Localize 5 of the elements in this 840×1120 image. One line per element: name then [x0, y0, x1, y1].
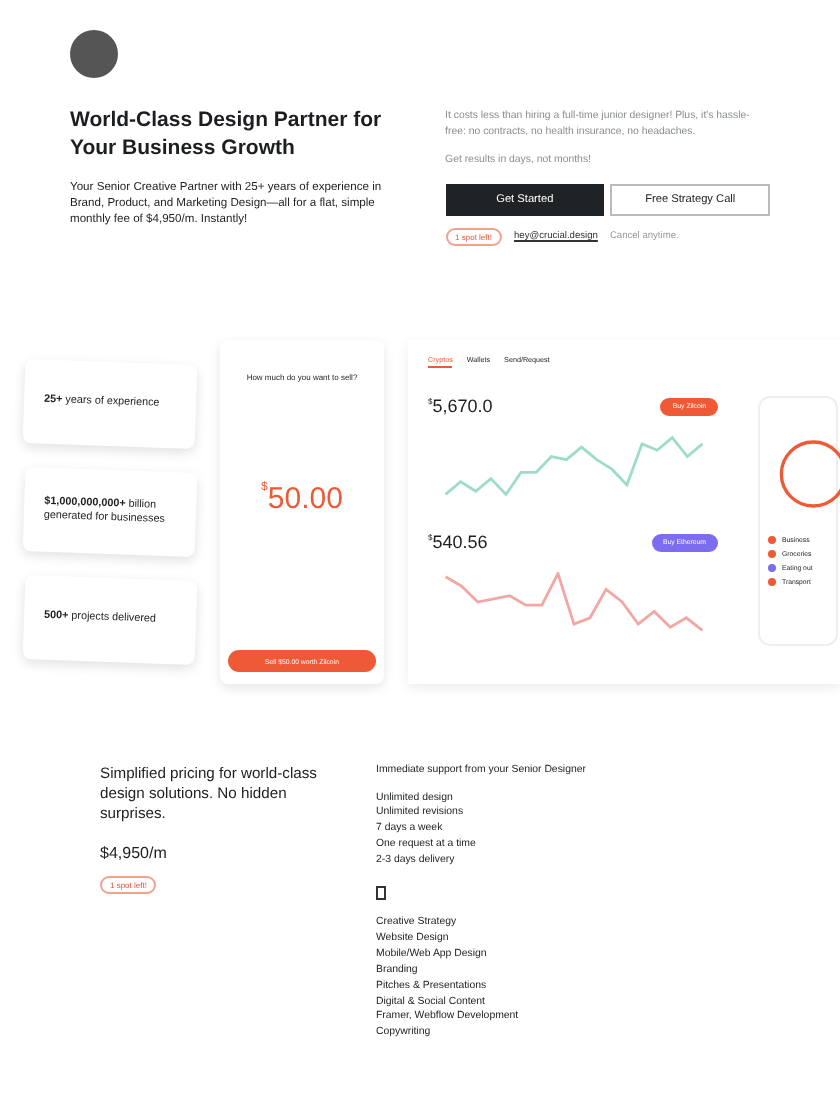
hero-title: World-Class Design Partner for Your Business Growth	[70, 106, 384, 162]
sell-amount: 50.00	[267, 482, 343, 516]
avatar-placeholder	[70, 30, 118, 78]
box-icon	[376, 886, 386, 901]
plan-price: $4,950/m	[100, 843, 169, 861]
